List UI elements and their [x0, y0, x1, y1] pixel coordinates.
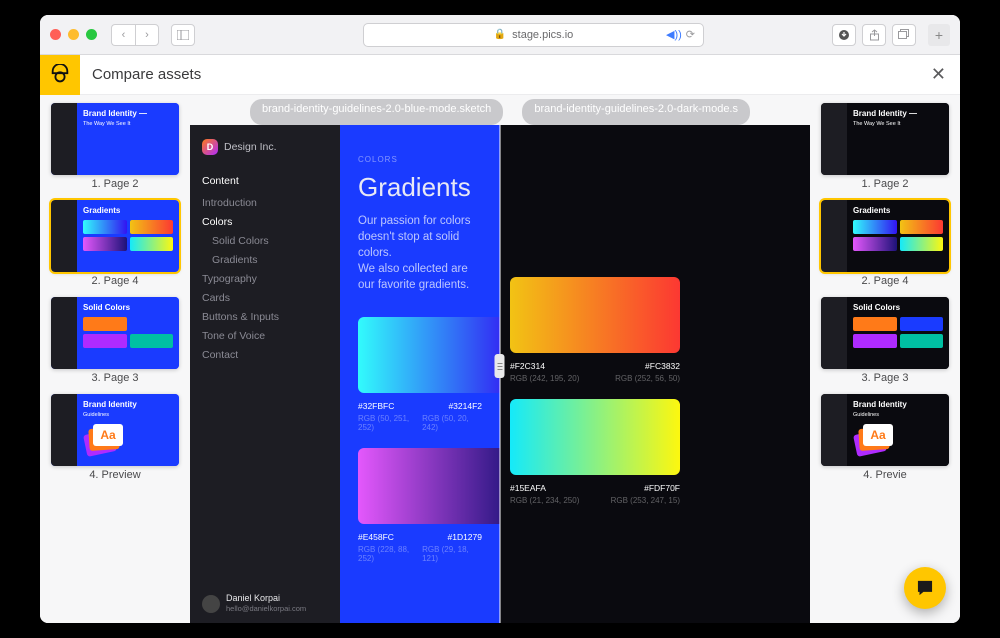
avatar	[202, 595, 220, 613]
doc-logo-icon: D	[202, 139, 218, 155]
file-tab-left[interactable]: brand-identity-guidelines-2.0-blue-mode.…	[250, 99, 503, 125]
close-icon[interactable]: ✕	[931, 64, 946, 85]
thumbnail[interactable]: Gradients 2. Page 4	[50, 200, 180, 293]
nav-item[interactable]: Cards	[202, 292, 328, 304]
thumbnail-label: 1. Page 2	[861, 178, 908, 190]
back-button[interactable]: ‹	[111, 24, 135, 46]
doc-content-right: #F2C314 #FC3832 RGB (242, 195, 20) RGB (25…	[510, 277, 796, 521]
author-name: Daniel Korpai	[226, 594, 306, 604]
nav-title: Content	[202, 175, 328, 187]
thumbnail[interactable]: Solid Colors 3. Page 3	[820, 297, 950, 390]
reader-controls[interactable]: ◀︎)) ⟳	[666, 28, 695, 41]
thumbnail-label: 4. Previe	[863, 469, 906, 481]
doc-author: Daniel Korpai hello@danielkorpai.com	[202, 594, 328, 613]
thumbnail[interactable]: Gradients 2. Page 4	[820, 200, 950, 293]
app-bar: Compare assets ✕	[40, 55, 960, 95]
thumbnails-left: Brand Identity —The Way We See It 1. Pag…	[40, 95, 190, 623]
rgb-label: RGB (29, 18, 121)	[422, 545, 482, 563]
doc-sidebar: D Design Inc. Content Introduction Color…	[190, 125, 340, 623]
doc-nav: Introduction Colors Solid Colors Gradien…	[202, 197, 328, 361]
browser-chrome: ‹ › 🔒 stage.pics.io ◀︎)) ⟳ +	[40, 15, 960, 55]
compare-divider[interactable]	[500, 125, 501, 623]
hex-label: #F2C314	[510, 361, 545, 371]
thumbnail-label: 2. Page 4	[861, 275, 908, 287]
page-title: Compare assets	[92, 66, 201, 83]
gradient-swatch	[358, 317, 500, 393]
chat-launcher[interactable]	[904, 567, 946, 609]
downloads-icon[interactable]	[832, 24, 856, 46]
thumbnail[interactable]: Solid Colors 3. Page 3	[50, 297, 180, 390]
hex-label: #3214F2	[448, 401, 482, 411]
section-heading: Gradients	[358, 172, 482, 203]
thumbnails-right: Brand Identity —The Way We See It 1. Pag…	[810, 95, 960, 623]
thumbnail-label: 3. Page 3	[861, 372, 908, 384]
thumbnail-label: 1. Page 2	[91, 178, 138, 190]
drag-handle-icon[interactable]	[495, 354, 505, 378]
hex-label: #FDF70F	[644, 483, 680, 493]
doc-brand-name: Design Inc.	[224, 141, 277, 153]
tabs-icon[interactable]	[892, 24, 916, 46]
nav-item[interactable]: Tone of Voice	[202, 330, 328, 342]
browser-window: ‹ › 🔒 stage.pics.io ◀︎)) ⟳ +	[40, 15, 960, 623]
rgb-label: RGB (228, 88, 252)	[358, 545, 422, 563]
file-tab-right[interactable]: brand-identity-guidelines-2.0-dark-mode.…	[522, 99, 750, 125]
hex-label: #1D1279	[447, 532, 482, 542]
traffic-lights	[50, 29, 97, 40]
compare-canvas: D Design Inc. Content Introduction Color…	[190, 125, 810, 623]
toolbar-right	[832, 24, 916, 46]
nav-item[interactable]: Contact	[202, 349, 328, 361]
thumbnail-label: 2. Page 4	[91, 275, 138, 287]
file-tabs: brand-identity-guidelines-2.0-blue-mode.…	[190, 95, 810, 125]
compare-pane-right: #F2C314 #FC3832 RGB (242, 195, 20) RGB (25…	[500, 125, 810, 623]
thumbnail[interactable]: Brand Identity —The Way We See It 1. Pag…	[820, 103, 950, 196]
new-tab-button[interactable]: +	[928, 24, 950, 46]
compare-center: brand-identity-guidelines-2.0-blue-mode.…	[190, 95, 810, 623]
thumbnail[interactable]: Brand Identity —The Way We See It 1. Pag…	[50, 103, 180, 196]
doc-content-left: COLORS Gradients Our passion for colors …	[340, 125, 500, 623]
hex-label: #32FBFC	[358, 401, 394, 411]
thumbnail[interactable]: Brand IdentityGuidelinesAa 4. Previe	[820, 394, 950, 487]
compare-view: Brand Identity —The Way We See It 1. Pag…	[40, 95, 960, 623]
gradient-swatch	[358, 448, 500, 524]
rgb-label: RGB (252, 56, 50)	[615, 374, 680, 383]
history-buttons: ‹ ›	[111, 24, 159, 46]
rgb-label: RGB (253, 247, 15)	[611, 496, 680, 505]
doc-brand: D Design Inc.	[202, 139, 328, 155]
nav-item[interactable]: Typography	[202, 273, 328, 285]
url-text: stage.pics.io	[512, 29, 573, 41]
maximize-window-icon[interactable]	[86, 29, 97, 40]
thumbnail-label: 4. Preview	[89, 469, 140, 481]
app-logo[interactable]	[40, 55, 80, 95]
rgb-label: RGB (242, 195, 20)	[510, 374, 579, 383]
section-eyebrow: COLORS	[358, 155, 482, 164]
minimize-window-icon[interactable]	[68, 29, 79, 40]
address-bar[interactable]: 🔒 stage.pics.io ◀︎)) ⟳	[363, 23, 704, 47]
nav-item[interactable]: Gradients	[202, 254, 328, 266]
hex-label: #15EAFA	[510, 483, 546, 493]
compare-pane-left: D Design Inc. Content Introduction Color…	[190, 125, 500, 623]
forward-button[interactable]: ›	[135, 24, 159, 46]
rgb-label: RGB (50, 20, 242)	[422, 414, 482, 432]
hex-label: #E458FC	[358, 532, 394, 542]
rgb-label: RGB (21, 234, 250)	[510, 496, 579, 505]
author-email: hello@danielkorpai.com	[226, 604, 306, 613]
nav-item[interactable]: Introduction	[202, 197, 328, 209]
hex-label: #FC3832	[645, 361, 680, 371]
gradient-swatch	[510, 277, 680, 353]
lock-icon: 🔒	[494, 29, 506, 40]
thumbnail-label: 3. Page 3	[91, 372, 138, 384]
share-icon[interactable]	[862, 24, 886, 46]
gradient-swatch	[510, 399, 680, 475]
sidebar-toggle-icon[interactable]	[171, 24, 195, 46]
nav-item[interactable]: Buttons & Inputs	[202, 311, 328, 323]
rgb-label: RGB (50, 251, 252)	[358, 414, 422, 432]
thumbnail[interactable]: Brand IdentityGuidelinesAa 4. Preview	[50, 394, 180, 487]
close-window-icon[interactable]	[50, 29, 61, 40]
section-body: Our passion for colors doesn't stop at s…	[358, 213, 482, 293]
nav-item[interactable]: Solid Colors	[202, 235, 328, 247]
nav-item[interactable]: Colors	[202, 216, 328, 228]
